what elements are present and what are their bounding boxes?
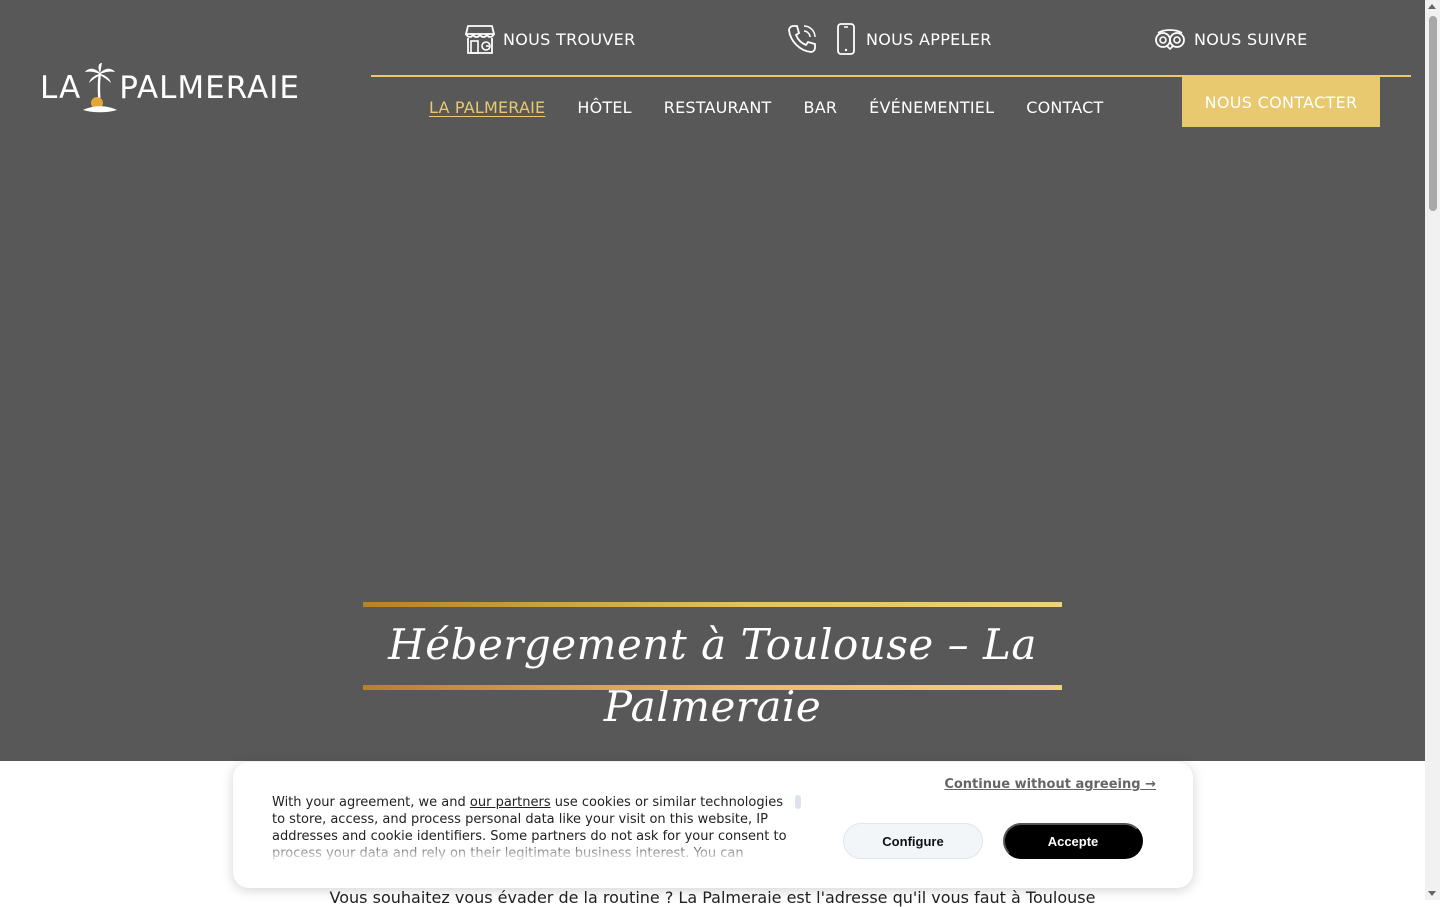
scroll-down-arrow-icon[interactable] <box>1428 891 1436 896</box>
page-scrollbar[interactable] <box>1425 0 1440 900</box>
cookie-text-before-link: With your agreement, we and <box>272 795 470 810</box>
configure-button[interactable]: Configure <box>843 823 983 859</box>
palm-tree-icon <box>83 63 118 113</box>
nav-item-evenementiel[interactable]: ÉVÉNEMENTIEL <box>869 98 994 117</box>
scrollbar-thumb[interactable] <box>1429 16 1437 211</box>
call-us-label: NOUS APPELER <box>866 29 992 49</box>
nav-item-la-palmeraie[interactable]: LA PALMERAIE <box>429 98 545 117</box>
intro-paragraph: Vous souhaitez vous évader de la routine… <box>329 888 1096 907</box>
mobile-phone-icon <box>837 23 855 55</box>
find-us-label: NOUS TROUVER <box>503 29 636 49</box>
call-us-link[interactable]: NOUS APPELER <box>786 22 992 56</box>
hero-title-top-rule <box>363 602 1062 607</box>
nav-item-hotel[interactable]: HÔTEL <box>577 98 631 117</box>
cookie-consent-dialog: With your agreement, we and our partners… <box>233 762 1193 888</box>
our-partners-link[interactable]: our partners <box>470 795 551 810</box>
storefront-icon <box>465 25 495 54</box>
site-logo[interactable]: LA PALMERAIE <box>40 60 320 116</box>
logo-text-right: PALMERAIE <box>119 70 300 106</box>
nav-item-bar[interactable]: BAR <box>804 98 838 117</box>
hero-title: Hébergement à Toulouse – La Palmeraie <box>388 620 1037 731</box>
nav-item-restaurant[interactable]: RESTAURANT <box>664 98 772 117</box>
logo-text-left: LA <box>40 70 82 106</box>
scroll-up-arrow-icon[interactable] <box>1428 4 1436 9</box>
cookie-text-scrollbar[interactable] <box>795 795 801 809</box>
tripadvisor-icon <box>1155 29 1185 50</box>
cookie-text-fade <box>272 840 794 862</box>
follow-us-link[interactable]: NOUS SUIVRE <box>1154 22 1308 56</box>
find-us-link[interactable]: NOUS TROUVER <box>465 22 635 56</box>
hero-title-band: Hébergement à Toulouse – La Palmeraie <box>363 602 1062 731</box>
follow-us-label: NOUS SUIVRE <box>1194 29 1308 49</box>
main-nav: LA PALMERAIE HÔTEL RESTAURANT BAR ÉVÉNEM… <box>429 98 1103 117</box>
continue-without-agreeing-link[interactable]: Continue without agreeing → <box>944 777 1156 792</box>
phone-icon <box>788 25 816 53</box>
contact-us-button[interactable]: NOUS CONTACTER <box>1182 77 1380 127</box>
nav-item-contact[interactable]: CONTACT <box>1026 98 1103 117</box>
accept-button[interactable]: Accepte <box>1003 823 1143 859</box>
hero-title-bottom-rule <box>363 685 1062 690</box>
